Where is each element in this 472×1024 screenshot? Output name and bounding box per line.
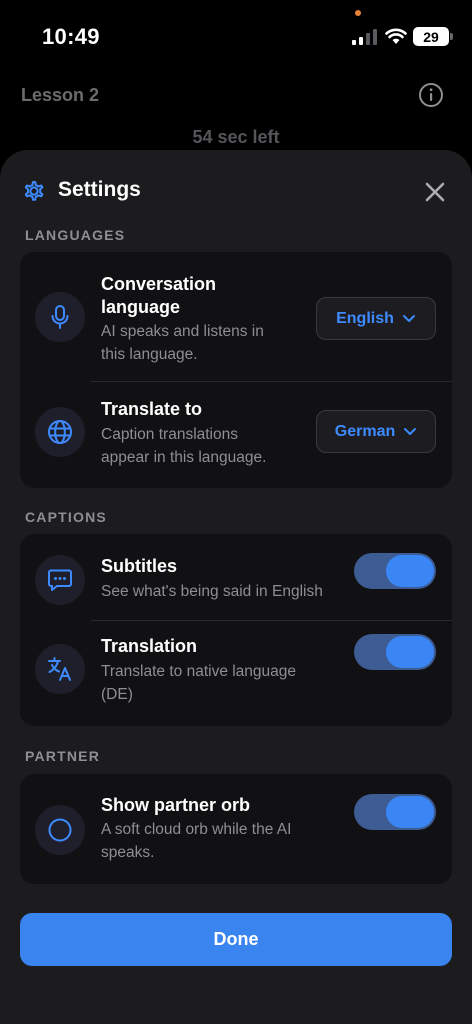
subtitles-row: Subtitles See what's being said in Engli… — [20, 534, 452, 620]
subtitles-title: Subtitles — [101, 556, 178, 576]
translation-row: Translation Translate to native language… — [20, 621, 452, 726]
translation-title: Translation — [101, 636, 198, 656]
section-label-captions: CAPTIONS — [25, 509, 107, 525]
languages-card: Conversation language AI speaks and list… — [20, 252, 452, 488]
close-icon[interactable] — [422, 179, 448, 205]
sheet-header: Settings — [20, 177, 452, 207]
conversation-language-value: English — [336, 309, 394, 327]
lesson-title: Lesson 2 — [21, 85, 100, 105]
conversation-language-title-2: language — [101, 297, 181, 317]
time-left-label: 54 sec left — [192, 127, 280, 147]
partner-orb-toggle[interactable] — [354, 794, 436, 830]
translate-to-title: Translate to — [101, 399, 203, 419]
translate-to-value: German — [334, 422, 396, 440]
translate-to-select[interactable]: German — [316, 410, 436, 453]
captions-card: Subtitles See what's being said in Engli… — [20, 534, 452, 726]
partner-orb-desc-1: A soft cloud orb while the AI — [101, 821, 292, 838]
conversation-language-desc-1: AI speaks and listens in — [101, 323, 264, 340]
conversation-language-desc-2: this language. — [101, 346, 198, 363]
partner-orb-title: Show partner orb — [101, 795, 251, 815]
done-button[interactable]: Done — [20, 913, 452, 966]
battery-cap — [450, 33, 453, 40]
subtitles-toggle[interactable] — [354, 553, 436, 589]
translate-to-desc-2: appear in this language. — [101, 449, 267, 466]
status-bar: 10:49 29 — [0, 0, 472, 70]
translation-toggle[interactable] — [354, 634, 436, 670]
translation-desc-1: Translate to native language — [101, 663, 297, 680]
sheet-title: Settings — [58, 178, 141, 201]
toggle-knob — [386, 796, 434, 828]
chevron-down-icon — [404, 428, 417, 435]
section-label-partner: PARTNER — [25, 748, 101, 764]
microphone-icon — [35, 292, 85, 342]
status-time: 10:49 — [42, 24, 100, 49]
toggle-knob — [386, 555, 434, 587]
partner-orb-row: Show partner orb A soft cloud orb while … — [20, 774, 452, 884]
info-icon[interactable] — [418, 82, 444, 108]
partner-card: Show partner orb A soft cloud orb while … — [20, 774, 452, 884]
conversation-language-select[interactable]: English — [316, 297, 436, 340]
section-label-languages: LANGUAGES — [25, 227, 126, 243]
globe-icon — [35, 407, 85, 457]
translate-to-desc-1: Caption translations — [101, 426, 238, 443]
battery-indicator: 29 — [413, 27, 449, 46]
wifi-icon — [385, 28, 407, 44]
partner-orb-desc-2: speaks. — [101, 844, 155, 861]
toggle-knob — [386, 636, 434, 668]
conversation-language-title-1: Conversation — [101, 274, 217, 294]
translate-to-row: Translate to Caption translations appear… — [20, 382, 452, 488]
privacy-indicator-dot — [355, 10, 361, 16]
circle-icon — [35, 805, 85, 855]
settings-sheet: Settings LANGUAGES Conversation language… — [0, 150, 472, 1024]
conversation-language-row: Conversation language AI speaks and list… — [20, 252, 452, 381]
translate-icon — [35, 644, 85, 694]
cellular-signal-icon — [352, 29, 377, 45]
subtitles-desc: See what's being said in English — [101, 583, 323, 600]
chevron-down-icon — [402, 315, 415, 322]
translation-desc-2: (DE) — [101, 686, 133, 703]
chat-bubble-icon — [35, 555, 85, 605]
gear-icon — [24, 181, 44, 201]
